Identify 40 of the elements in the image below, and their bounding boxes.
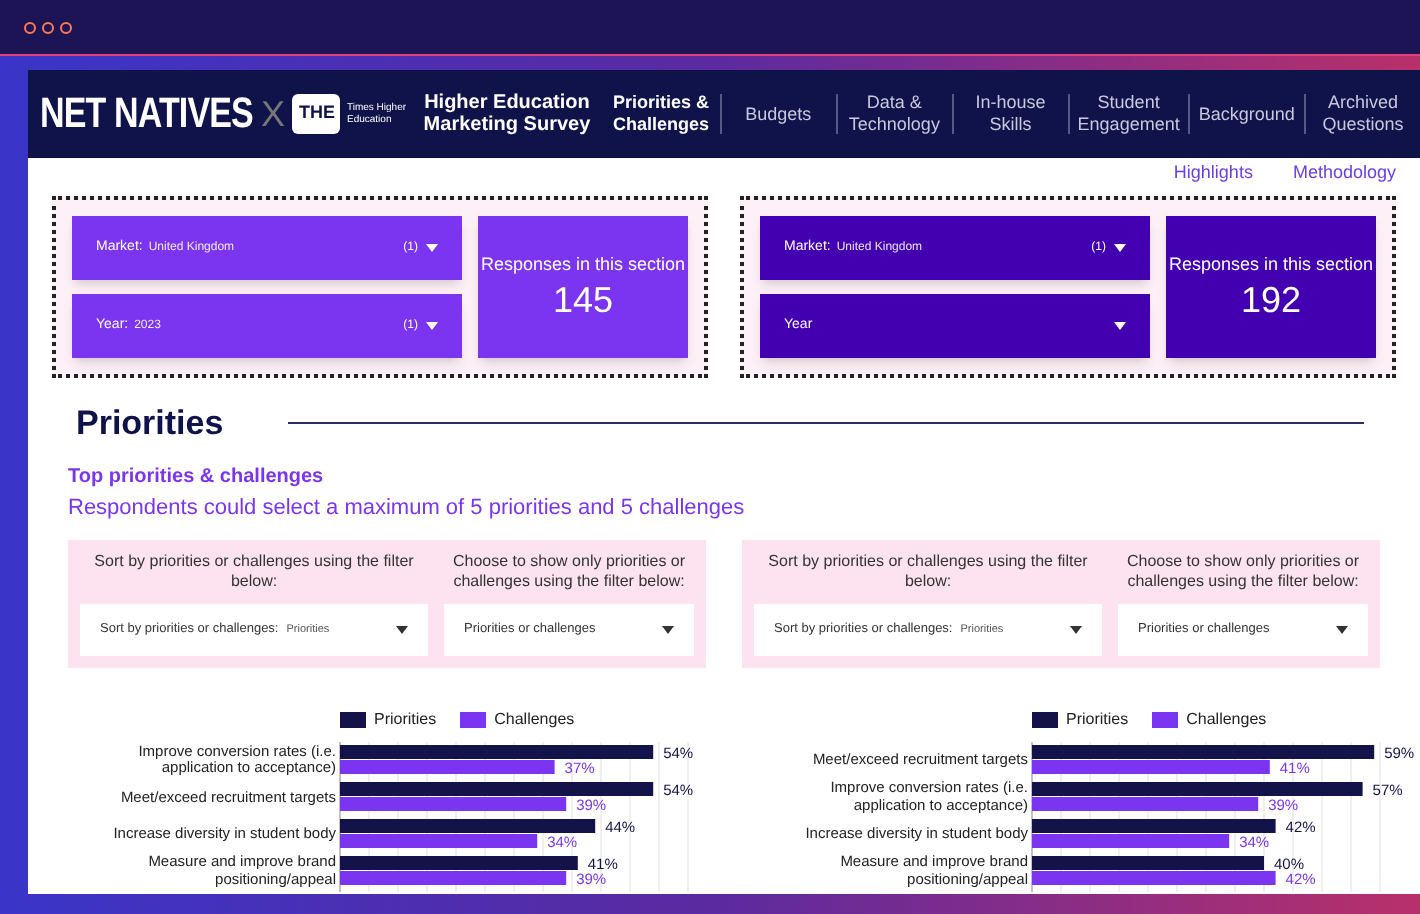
dropdown-caret-icon	[426, 244, 438, 252]
partner-badge: THE	[292, 94, 341, 134]
survey-title: Higher Education Marketing Survey	[421, 92, 593, 136]
legend-label: Challenges	[494, 708, 575, 732]
nav-tab[interactable]: Student Engagement	[1069, 92, 1188, 136]
page-link[interactable]: Highlights	[1173, 160, 1253, 188]
responses-count: 192	[1240, 278, 1302, 323]
legend-label: Challenges	[1186, 708, 1267, 732]
sort-prompt: Sort by priorities or challenges using the filter below:	[766, 552, 1090, 592]
section-subtitle: Top priorities & challenges	[66, 463, 326, 491]
cross-mark: X	[260, 91, 285, 137]
nav-tab[interactable]: In-house Skills	[953, 92, 1068, 136]
page-link[interactable]: Methodology	[1292, 160, 1396, 188]
responses-label: Responses in this section	[480, 251, 686, 278]
sort-prompt: Choose to show only priorities or challenges using the filter below:	[450, 552, 688, 592]
legend-label: Priorities	[1066, 708, 1129, 732]
dropdown-caret-icon	[396, 626, 408, 634]
logo: NET NATIVES	[40, 87, 253, 142]
sort-prompt: Choose to show only priorities or challenges using the filter below:	[1124, 552, 1362, 592]
dropdown-caret-icon	[1114, 244, 1126, 252]
legend-swatch	[1152, 712, 1179, 728]
section-description: Respondents could select a maximum of 5 priorities and 5 challenges	[66, 493, 747, 523]
nav-tab[interactable]: Archived Questions	[1305, 92, 1420, 136]
dropdown-caret-icon	[1336, 626, 1348, 634]
nav-tab[interactable]: Background	[1189, 103, 1304, 125]
sort-prompt: Sort by priorities or challenges using the filter below:	[92, 552, 416, 592]
legend-swatch	[340, 712, 366, 728]
section-title: Priorities	[76, 402, 224, 446]
dropdown-caret-icon	[1070, 626, 1082, 634]
responses-label: Responses in this section	[1168, 251, 1374, 278]
nav-tab[interactable]: Priorities & Challenges	[602, 92, 720, 136]
dropdown-caret-icon	[426, 322, 438, 330]
legend-label: Priorities	[374, 708, 437, 732]
legend-swatch	[460, 712, 487, 728]
nav-tab[interactable]: Data & Technology	[837, 92, 952, 136]
dropdown-caret-icon	[1114, 322, 1126, 330]
dropdown-caret-icon	[662, 626, 674, 634]
responses-count: 145	[552, 278, 614, 323]
legend-swatch	[1032, 712, 1058, 728]
nav-tab[interactable]: Budgets	[721, 103, 836, 125]
